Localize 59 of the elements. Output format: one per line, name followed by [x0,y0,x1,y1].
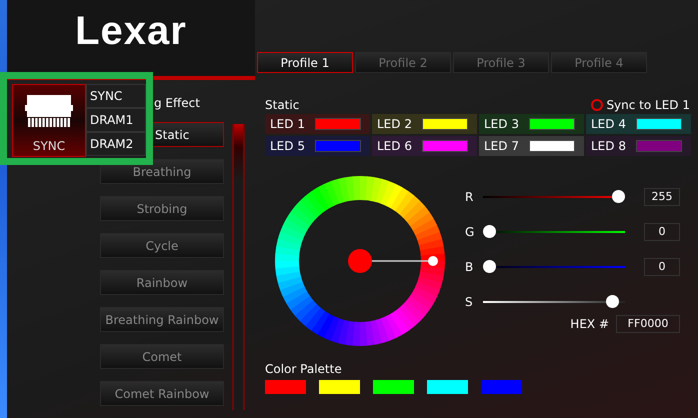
led-label: LED 6 [377,139,412,153]
led-color-swatch[interactable] [422,140,468,152]
led-label: LED 4 [591,117,626,131]
slider-label: S [465,294,474,308]
led-label: LED 2 [377,117,412,131]
device-menu-item[interactable]: DRAM2 [86,132,146,156]
led-label: LED 7 [484,139,519,153]
hex-field[interactable]: FF0000 [616,315,680,333]
device-menu-item[interactable]: SYNC [86,84,146,108]
value-field[interactable]: 255 [644,188,680,206]
led-color-swatch[interactable] [528,118,575,130]
palette-swatch[interactable] [427,380,468,394]
logo: Lexar [75,8,187,54]
led-color-swatch[interactable] [314,118,361,130]
effect-button[interactable]: Strobing [100,196,224,221]
palette-swatch[interactable] [265,380,306,394]
slider-label: G [465,224,476,238]
scrollbar[interactable] [232,124,245,410]
led-color-swatch[interactable] [636,140,682,152]
led-label: LED 3 [484,117,519,131]
slider-thumb[interactable] [612,190,625,203]
led-label: LED 5 [270,139,305,153]
effect-button[interactable]: Breathing Rainbow [100,307,224,332]
slider[interactable] [483,295,625,308]
slider-thumb[interactable] [483,260,496,273]
led-label: LED 8 [591,139,626,153]
value-field[interactable]: 0 [644,222,680,240]
palette-swatch[interactable] [319,380,360,394]
wheel-handle[interactable] [428,256,438,266]
effect-button[interactable]: Cycle [100,233,224,258]
hex-label: HEX # [570,317,609,331]
slider[interactable] [483,260,625,273]
slider[interactable] [483,225,625,238]
led-color-swatch[interactable] [528,140,575,152]
led-color-swatch[interactable] [314,140,361,152]
palette-label: Color Palette [265,362,343,376]
led-color-swatch[interactable] [422,118,468,130]
slider-thumb[interactable] [606,295,619,308]
sync-to-led-toggle[interactable]: Sync to LED 1 [591,98,690,112]
value-field[interactable]: 0 [644,258,680,276]
profile-tab[interactable]: Profile 1 [257,52,353,73]
slider-thumb[interactable] [483,225,496,238]
device-menu-item[interactable]: DRAM1 [86,108,146,132]
effect-button[interactable]: Rainbow [100,270,224,295]
effect-button[interactable]: Comet [100,344,224,369]
palette-swatch[interactable] [481,380,522,394]
mode-title: Static [265,98,300,112]
slider-label: B [465,260,474,274]
led-color-swatch[interactable] [636,118,682,130]
palette-swatch[interactable] [373,380,414,394]
slider[interactable] [483,190,625,203]
led-label: LED 1 [270,117,305,131]
effects-heading: g Effect [154,96,200,112]
device-tile[interactable]: SYNC [12,84,86,157]
color-wheel[interactable] [275,176,445,346]
effect-button[interactable]: Breathing [100,159,224,184]
effect-button[interactable]: Comet Rainbow [100,381,224,406]
memory-module-icon [25,95,73,129]
slider-label: R [465,190,474,204]
